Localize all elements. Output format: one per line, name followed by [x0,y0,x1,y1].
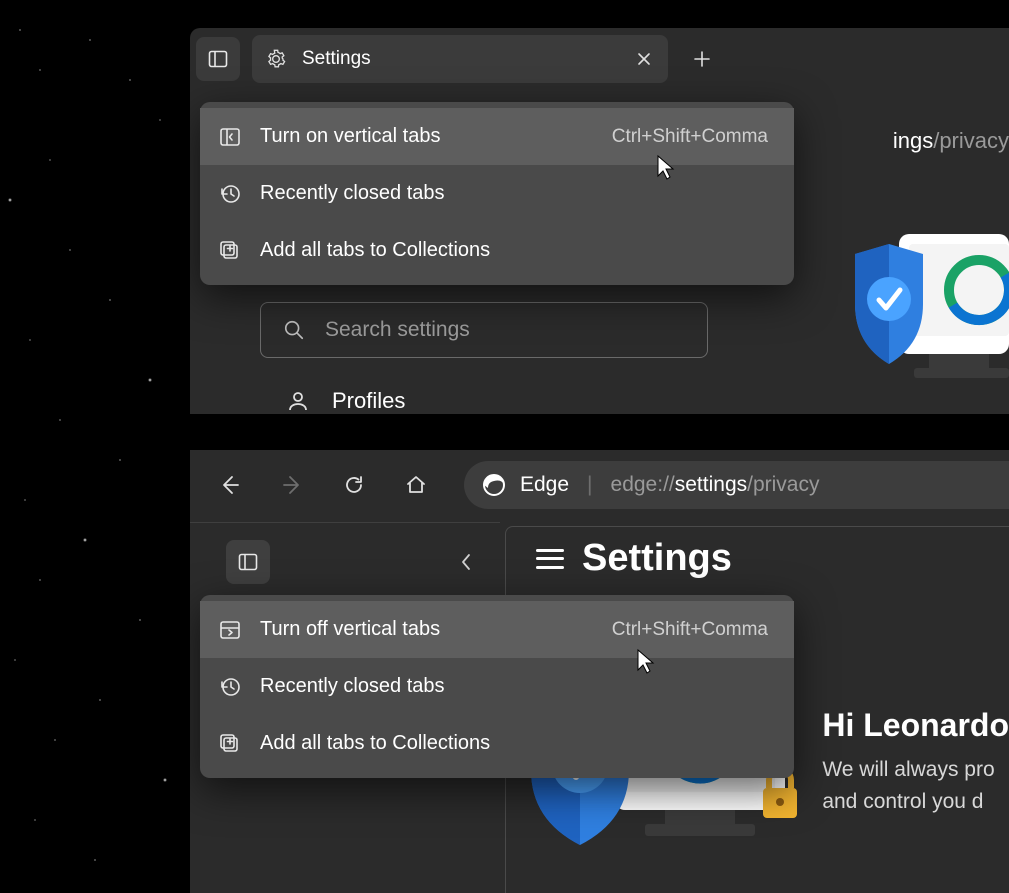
url-text: ings [893,128,933,153]
menu-item-recently-closed[interactable]: Recently closed tabs [200,165,794,222]
menu-item-turn-off-vertical-tabs[interactable]: Turn off vertical tabs Ctrl+Shift+Comma [200,601,794,658]
search-placeholder: Search settings [325,318,470,342]
address-url: edge://settings/privacy [611,473,820,497]
tab-actions-menu: Turn off vertical tabs Ctrl+Shift+Comma … [200,595,794,778]
toolbar-divider [190,522,500,523]
history-icon [218,675,242,699]
plus-icon [692,49,712,69]
tab-actions-icon [238,552,258,572]
address-bar[interactable]: Edge | edge://settings/privacy [464,461,1009,509]
url-path: /privacy [933,128,1009,153]
forward-button[interactable] [266,461,318,509]
history-icon [218,182,242,206]
address-brand: Edge [520,473,569,497]
tab-actions-icon [208,49,228,69]
refresh-icon [342,473,366,497]
menu-item-add-to-collections[interactable]: Add all tabs to Collections [200,222,794,279]
edge-logo-icon [482,473,506,497]
settings-title: Settings [582,537,732,580]
close-tab-button[interactable] [634,49,654,69]
close-icon [636,51,652,67]
chevron-left-icon [459,552,473,572]
home-icon [404,473,428,497]
tab-title: Settings [302,48,618,70]
menu-label: Recently closed tabs [260,675,768,698]
menu-item-recently-closed[interactable]: Recently closed tabs [200,658,794,715]
nav-label: Profiles [332,388,405,414]
hamburger-icon[interactable] [536,549,564,569]
menu-shortcut: Ctrl+Shift+Comma [612,126,768,148]
home-button[interactable] [390,461,442,509]
back-arrow-icon [218,473,242,497]
settings-heading: Settings [536,537,732,580]
url-path: /privacy [747,473,819,496]
search-settings-input[interactable]: Search settings [260,302,708,358]
tab-actions-button[interactable] [196,37,240,81]
privacy-illustration [849,214,1009,414]
address-bar-partial: ings/privacy [893,128,1009,154]
refresh-button[interactable] [328,461,380,509]
profile-icon [286,389,310,413]
menu-label: Recently closed tabs [260,182,768,205]
back-button[interactable] [204,461,256,509]
vertical-tabs-off-icon [218,618,242,642]
menu-label: Turn on vertical tabs [260,125,594,148]
collections-icon [218,239,242,263]
menu-label: Add all tabs to Collections [260,239,768,262]
url-scheme: edge:// [611,473,675,496]
menu-label: Turn off vertical tabs [260,618,594,641]
greeting-heading: Hi Leonardo [822,707,1009,744]
collapse-sidebar-button[interactable] [446,540,486,584]
greeting-line: and control you d [822,786,1009,818]
menu-item-add-to-collections[interactable]: Add all tabs to Collections [200,715,794,772]
menu-label: Add all tabs to Collections [260,732,768,755]
forward-arrow-icon [280,473,304,497]
menu-shortcut: Ctrl+Shift+Comma [612,619,768,641]
title-bar: Settings [190,28,1009,90]
separator: | [587,473,592,497]
tab-actions-menu: Turn on vertical tabs Ctrl+Shift+Comma R… [200,102,794,285]
url-host: settings [675,473,747,496]
greeting-block: Hi Leonardo We will always pro and contr… [822,707,1009,817]
new-tab-button[interactable] [680,37,724,81]
vertical-tabs-on-icon [218,125,242,149]
search-icon [283,319,305,341]
menu-item-turn-on-vertical-tabs[interactable]: Turn on vertical tabs Ctrl+Shift+Comma [200,108,794,165]
browser-tab[interactable]: Settings [252,35,668,83]
tab-actions-button-vertical[interactable] [226,540,270,584]
navigation-toolbar: Edge | edge://settings/privacy [190,450,1009,520]
collections-icon [218,732,242,756]
gear-icon [266,49,286,69]
nav-item-profiles[interactable]: Profiles [286,388,405,414]
greeting-line: We will always pro [822,754,1009,786]
